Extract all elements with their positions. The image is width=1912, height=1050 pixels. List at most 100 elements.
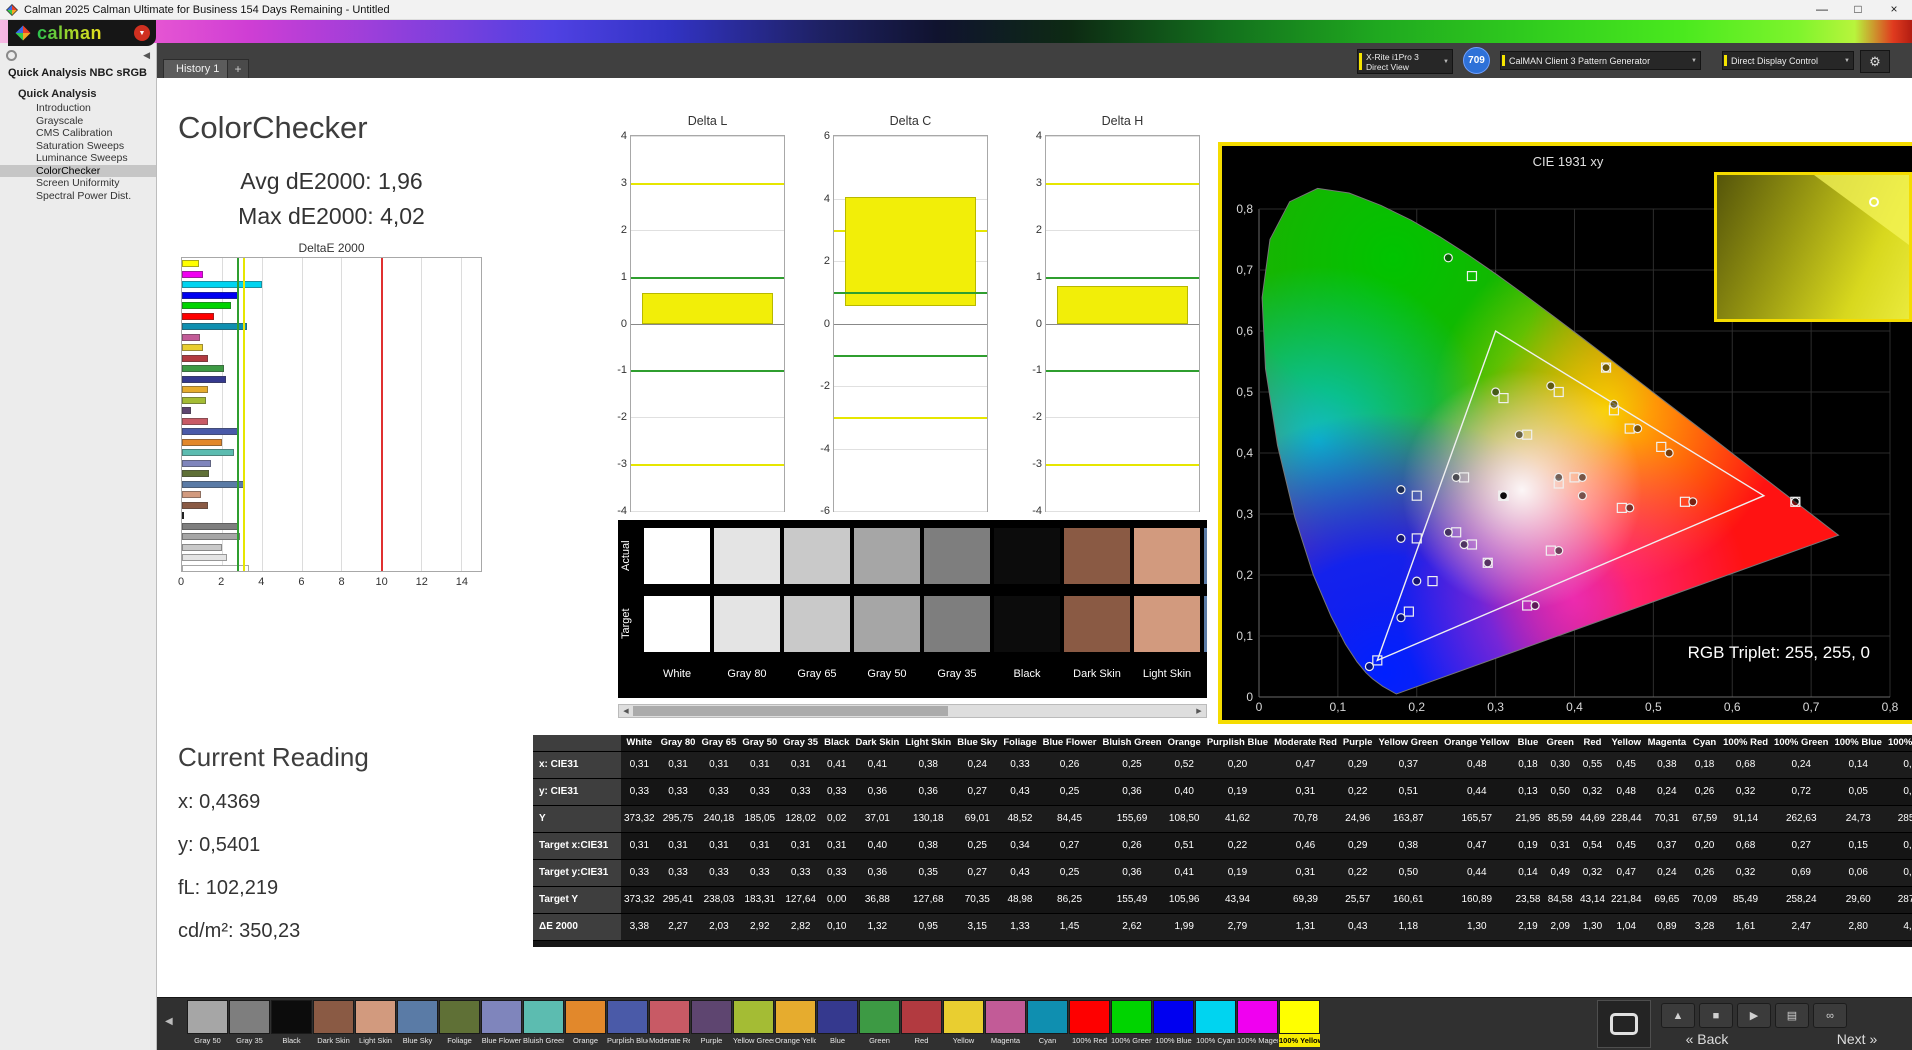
pattern-button-red[interactable]: Red	[901, 1000, 942, 1047]
pattern-button-yellow[interactable]: Yellow	[943, 1000, 984, 1047]
scroll-right-icon[interactable]: ▶	[1192, 705, 1206, 717]
pattern-button-magenta[interactable]: Magenta	[985, 1000, 1026, 1047]
pattern-label: Blue Flower	[481, 1036, 522, 1045]
pattern-swatch	[1069, 1000, 1110, 1034]
rgb-triplet-readout: RGB Triplet: 255, 255, 0	[1688, 643, 1870, 662]
save-button[interactable]: ▤	[1775, 1003, 1809, 1028]
pattern-button-100-magenta[interactable]: 100% Magenta	[1237, 1000, 1278, 1047]
rec709-badge[interactable]: 709	[1463, 47, 1490, 74]
settings-button[interactable]: ⚙	[1860, 50, 1890, 73]
pattern-button-moderate-red[interactable]: Moderate Red	[649, 1000, 690, 1047]
display-control-dropdown[interactable]: Direct Display Control ▼	[1722, 51, 1854, 70]
pattern-button-foliage[interactable]: Foliage	[439, 1000, 480, 1047]
pattern-label: Cyan	[1038, 1036, 1057, 1045]
svg-text:0,5: 0,5	[1236, 385, 1253, 399]
table-cell: 0,41	[1164, 859, 1204, 887]
pattern-label: Magenta	[990, 1036, 1021, 1045]
axis-tick-label: 8	[338, 576, 345, 588]
chevron-down-icon: ▼	[1443, 58, 1449, 65]
pattern-button-green[interactable]: Green	[859, 1000, 900, 1047]
sidebar-item-quick-analysis[interactable]: Quick Analysis	[0, 87, 156, 102]
pattern-button-orange[interactable]: Orange	[565, 1000, 606, 1047]
scrollbar-thumb[interactable]	[633, 706, 948, 716]
back-button[interactable]: « Back	[1657, 1031, 1757, 1047]
pattern-generator-label: CalMAN Client 3 Pattern Generator	[1509, 55, 1651, 66]
pattern-scroll-left-icon[interactable]: ◀	[165, 1016, 173, 1027]
logo-menu-button[interactable]: ▼	[134, 25, 150, 41]
minimize-button[interactable]: —	[1804, 0, 1840, 19]
calman-diamond-icon	[15, 25, 31, 41]
maximize-button[interactable]: □	[1840, 0, 1876, 19]
pattern-button-purple[interactable]: Purple	[691, 1000, 732, 1047]
meter-dropdown[interactable]: X-Rite i1Pro 3 Direct View ▼	[1357, 49, 1453, 74]
pattern-button-black[interactable]: Black	[271, 1000, 312, 1047]
cie-measured-point	[1412, 576, 1422, 586]
pattern-button-dark-skin[interactable]: Dark Skin	[313, 1000, 354, 1047]
pattern-button-blue[interactable]: Blue	[817, 1000, 858, 1047]
pattern-button-blue-sky[interactable]: Blue Sky	[397, 1000, 438, 1047]
sidebar-item-grayscale[interactable]: Grayscale	[0, 115, 156, 128]
table-cell: 0,30	[1543, 751, 1577, 779]
tab-history-1[interactable]: History 1	[163, 59, 233, 78]
pattern-button-blue-flower[interactable]: Blue Flower	[481, 1000, 522, 1047]
pattern-button-100-cyan[interactable]: 100% Cyan	[1195, 1000, 1236, 1047]
pattern-button-100-yellow[interactable]: 100% Yellow	[1279, 1000, 1320, 1047]
pattern-label: Green	[869, 1036, 890, 1045]
pattern-button-cyan[interactable]: Cyan	[1027, 1000, 1068, 1047]
sidebar-item-saturation-sweeps[interactable]: Saturation Sweeps	[0, 140, 156, 153]
pattern-generator-dropdown[interactable]: CalMAN Client 3 Pattern Generator ▼	[1500, 51, 1701, 70]
pattern-button-100-green[interactable]: 100% Green	[1111, 1000, 1152, 1047]
eject-button[interactable]: ▲	[1661, 1003, 1695, 1028]
pattern-button-100-blue[interactable]: 100% Blue	[1153, 1000, 1194, 1047]
scroll-left-icon[interactable]: ◀	[619, 705, 633, 717]
record-icon[interactable]	[6, 49, 17, 61]
pattern-label: 100% Magenta	[1237, 1036, 1278, 1045]
table-cell: 48,98	[1000, 886, 1040, 914]
sidebar-item-luminance-sweeps[interactable]: Luminance Sweeps	[0, 152, 156, 165]
pattern-button-gray-50[interactable]: Gray 50	[187, 1000, 228, 1047]
pattern-swatch	[355, 1000, 396, 1034]
loop-button[interactable]: ∞	[1813, 1003, 1847, 1028]
axis-tick-label: -4	[617, 505, 627, 517]
sidebar-collapse-button[interactable]: ◀	[143, 50, 150, 61]
play-button[interactable]: ▶	[1737, 1003, 1771, 1028]
stop-button[interactable]: ■	[1699, 1003, 1733, 1028]
cie-measured-point	[1664, 448, 1674, 458]
table-col-header: Orange	[1164, 735, 1204, 752]
table-cell: 0,25	[1039, 859, 1100, 887]
table-col-header: 100% Red	[1720, 735, 1772, 752]
table-row: ΔE 2000 3,38 2,27 2,03 2,92 2,82 0,10 1,32 0,95 3…	[533, 913, 1912, 941]
pattern-button-gray-35[interactable]: Gray 35	[229, 1000, 270, 1047]
cie-measured-point	[1546, 381, 1556, 391]
pattern-button-100-red[interactable]: 100% Red	[1069, 1000, 1110, 1047]
sidebar-item-spectral-power-dist[interactable]: Spectral Power Dist.	[0, 190, 156, 203]
sidebar-item-cms-calibration[interactable]: CMS Calibration	[0, 127, 156, 140]
pattern-button-yellow-green[interactable]: Yellow Green	[733, 1000, 774, 1047]
swatch-label: Black	[1013, 668, 1041, 680]
table-cell: 285,64	[1884, 805, 1912, 833]
swatch-strip-scrollbar[interactable]: ◀ ▶	[618, 704, 1207, 718]
table-cell: 0,47	[1271, 751, 1340, 779]
deltae-bar-100-red	[182, 312, 215, 320]
pattern-label: Yellow Green	[733, 1036, 774, 1045]
sidebar-item-colorchecker[interactable]: ColorChecker	[0, 164, 156, 177]
pattern-button-purplish-blue[interactable]: Purplish Blue	[607, 1000, 648, 1047]
sidebar-item-introduction[interactable]: Introduction	[0, 102, 156, 115]
pattern-window-button[interactable]	[1597, 1000, 1651, 1048]
pattern-button-light-skin[interactable]: Light Skin	[355, 1000, 396, 1047]
pattern-swatch	[439, 1000, 480, 1034]
actual-swatch	[1064, 528, 1130, 584]
add-tab-button[interactable]: +	[227, 59, 249, 78]
pattern-button-orange-yellow[interactable]: Orange Yellow	[775, 1000, 816, 1047]
pattern-swatch	[397, 1000, 438, 1034]
next-button[interactable]: Next »	[1802, 1031, 1912, 1047]
close-button[interactable]: ×	[1876, 0, 1912, 19]
pattern-label: Gray 50	[194, 1036, 221, 1045]
sidebar-item-screen-uniformity[interactable]: Screen Uniformity	[0, 177, 156, 190]
table-cell: 85,59	[1543, 805, 1577, 833]
pattern-button-bluish-green[interactable]: Bluish Green	[523, 1000, 564, 1047]
table-cell: 2,82	[780, 913, 822, 941]
axis-tick-label: 0	[620, 317, 627, 330]
target-swatch	[784, 596, 850, 652]
table-cell: 3,15	[954, 913, 1001, 941]
